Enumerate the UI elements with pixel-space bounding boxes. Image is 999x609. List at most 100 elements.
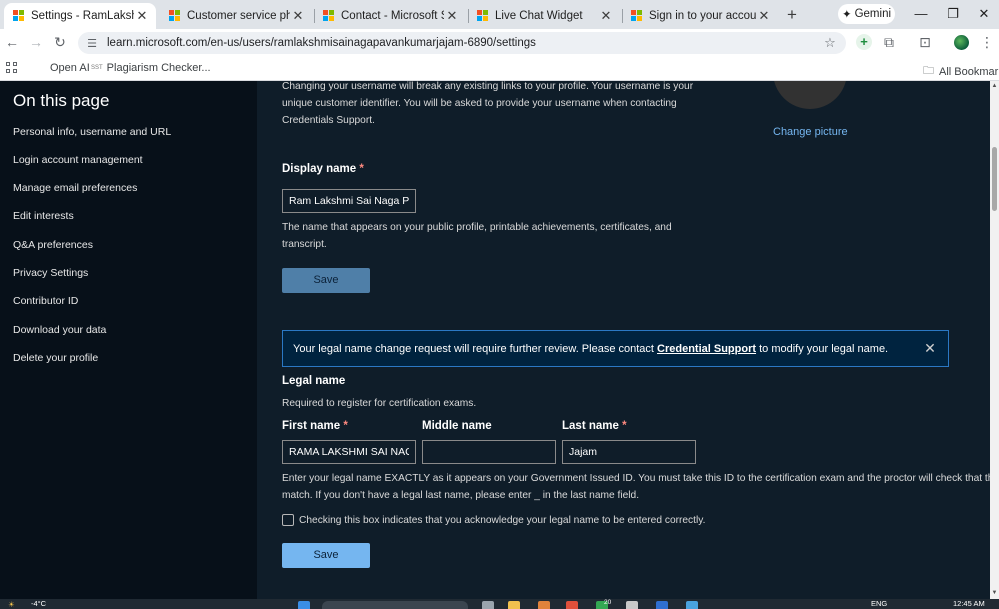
help-line: Credentials Support. (282, 115, 375, 126)
scroll-thumb[interactable] (992, 147, 997, 211)
scroll-up-icon[interactable]: ▲ (991, 83, 998, 90)
apps-grid-icon[interactable] (6, 62, 17, 73)
app-icon[interactable] (686, 601, 698, 609)
close-tab-icon[interactable]: ✕ (598, 8, 614, 24)
close-icon[interactable]: ✕ (922, 340, 938, 356)
change-picture-link[interactable]: Change picture (773, 126, 848, 138)
tab-live-chat[interactable]: Live Chat Widget ✕ (468, 3, 620, 29)
sidebar-item-personal-info[interactable]: Personal info, username and URL (13, 126, 171, 138)
app-icon[interactable] (538, 601, 550, 609)
first-name-field[interactable] (282, 440, 416, 464)
browser-toolbar: ← → ↻ ☰ learn.microsoft.com/en-us/users/… (0, 29, 999, 56)
first-name-label: First name * (282, 420, 348, 432)
weather-icon: ☀ (8, 600, 15, 609)
reload-icon[interactable]: ↻ (51, 33, 69, 51)
gemini-sparkle-icon: ✦ (841, 9, 852, 21)
tab-label: Live Chat Widget (495, 10, 583, 22)
bookmark-star-icon[interactable]: ☆ (822, 35, 838, 51)
help-line: The name that appears on your public pro… (282, 222, 672, 233)
extensions-puzzle-icon[interactable]: ⧉ (880, 33, 898, 51)
app-icon[interactable] (626, 601, 638, 609)
label-text: Last name (562, 420, 619, 432)
bookmark-label: Plagiarism Checker... (106, 62, 211, 74)
save-legal-name-button[interactable]: Save (282, 543, 370, 568)
all-bookmarks[interactable]: 🗀 All Bookmarks (923, 62, 999, 81)
search-box[interactable] (322, 601, 468, 609)
sidebar-item-edit-interests[interactable]: Edit interests (13, 210, 74, 222)
tab-label: Customer service phone numb (187, 10, 290, 22)
folder-icon: 🗀 (923, 65, 934, 77)
display-name-field[interactable] (282, 189, 416, 213)
acknowledge-label: Checking this box indicates that you ack… (299, 515, 706, 526)
profile-avatar-icon[interactable] (954, 35, 969, 50)
close-tab-icon[interactable]: ✕ (444, 8, 460, 24)
sidebar-item-login-account[interactable]: Login account management (13, 154, 143, 166)
url-text[interactable]: learn.microsoft.com/en-us/users/ramlaksh… (107, 37, 822, 49)
sidebar-item-delete-profile[interactable]: Delete your profile (13, 352, 98, 364)
microsoft-logo-icon (13, 10, 25, 22)
sidebar-title: On this page (13, 91, 110, 110)
windows-taskbar: ☀ -4°C 20 ENG 12:45 AM (0, 599, 999, 609)
sidebar-item-privacy-settings[interactable]: Privacy Settings (13, 267, 88, 279)
close-tab-icon[interactable]: ✕ (756, 8, 772, 24)
file-explorer-icon[interactable] (508, 601, 520, 609)
browser-menu-icon[interactable]: ⋮ (978, 33, 996, 51)
page-scrollbar[interactable]: ▲ ▼ (990, 81, 999, 599)
tab-contact-support[interactable]: Contact - Microsoft Support ✕ (314, 3, 466, 29)
chrome-icon[interactable] (566, 601, 578, 609)
help-line: match. If you don't have a legal last na… (282, 490, 640, 501)
label-text: Display name (282, 163, 357, 175)
sidebar-item-contributor-id[interactable]: Contributor ID (13, 295, 78, 307)
username-help-text: Changing your username will break any ex… (282, 81, 693, 129)
tab-search-icon[interactable]: ⊡ (916, 33, 934, 51)
close-tab-icon[interactable]: ✕ (134, 8, 150, 24)
save-display-name-button[interactable]: Save (282, 268, 370, 293)
last-name-label: Last name * (562, 420, 627, 432)
tab-settings[interactable]: Settings - RamLakshmiSaiNag ✕ (4, 3, 156, 29)
site-info-icon[interactable]: ☰ (85, 37, 99, 50)
windows-start-icon[interactable] (298, 601, 310, 609)
microsoft-logo-icon (323, 10, 335, 22)
tab-label: Sign in to your account (649, 10, 756, 22)
middle-name-field[interactable] (422, 440, 556, 464)
sidebar-item-qa-preferences[interactable]: Q&A preferences (13, 239, 93, 251)
acknowledge-checkbox[interactable] (282, 514, 294, 526)
help-line: transcript. (282, 239, 327, 250)
sidebar-item-email-preferences[interactable]: Manage email preferences (13, 182, 137, 194)
close-window-icon[interactable]: ✕ (976, 6, 992, 22)
task-view-icon[interactable] (482, 601, 494, 609)
help-line: Enter your legal name EXACTLY as it appe… (282, 473, 999, 484)
tab-sign-in[interactable]: Sign in to your account ✕ (622, 3, 778, 29)
tab-customer-service[interactable]: Customer service phone numb ✕ (160, 3, 312, 29)
legal-name-heading: Legal name (282, 375, 346, 387)
weather-temperature[interactable]: -4°C (31, 599, 46, 608)
scroll-down-icon[interactable]: ▼ (991, 590, 998, 597)
middle-name-label: Middle name (422, 420, 492, 432)
required-mark: * (622, 420, 627, 432)
microsoft-logo-icon (477, 10, 489, 22)
back-icon[interactable]: ← (3, 33, 21, 51)
banner-text-pre: Your legal name change request will requ… (293, 342, 658, 355)
last-name-field[interactable] (562, 440, 696, 464)
legal-name-review-banner: Your legal name change request will requ… (282, 330, 949, 367)
close-tab-icon[interactable]: ✕ (290, 8, 306, 24)
bookmark-plagiarism-checker[interactable]: SST Plagiarism Checker... (91, 62, 211, 74)
restore-icon[interactable]: ❐ (945, 6, 961, 22)
bookmark-open-ai[interactable]: Open AI (50, 62, 90, 74)
gemini-button[interactable]: ✦ Gemini (838, 4, 895, 24)
address-bar[interactable]: ☰ learn.microsoft.com/en-us/users/ramlak… (78, 32, 846, 54)
extension-plus-icon[interactable]: + (856, 34, 872, 50)
help-line: unique customer identifier. You will be … (282, 98, 677, 109)
app-icon[interactable] (656, 601, 668, 609)
forward-icon[interactable]: → (27, 33, 45, 51)
new-tab-button[interactable]: + (782, 5, 802, 25)
required-mark: * (359, 163, 364, 175)
credential-support-link[interactable]: Credential Support (657, 343, 756, 355)
display-name-help-text: The name that appears on your public pro… (282, 219, 672, 253)
tab-label: Contact - Microsoft Support (341, 10, 444, 22)
language-indicator[interactable]: ENG (871, 599, 887, 608)
sidebar-item-download-data[interactable]: Download your data (13, 324, 106, 336)
minimize-icon[interactable]: — (913, 6, 929, 22)
clock[interactable]: 12:45 AM (953, 599, 985, 608)
bookmark-label: Open AI (50, 62, 90, 74)
